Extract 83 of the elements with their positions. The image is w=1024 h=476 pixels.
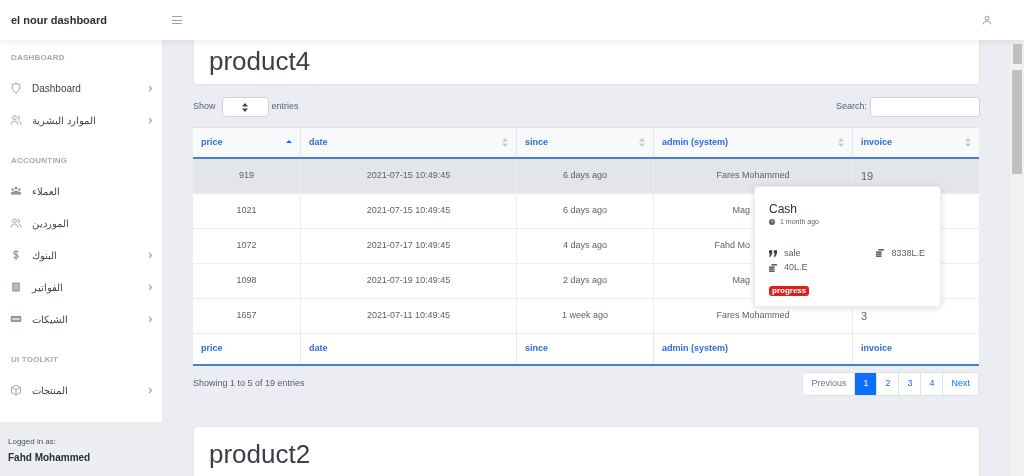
popover-amount: 8338L.E <box>891 246 925 260</box>
table-cell: Fahd Mo <box>714 239 750 253</box>
document-icon <box>10 281 22 293</box>
page-button[interactable]: 2 <box>876 373 899 395</box>
coins-icon <box>876 249 885 258</box>
table-cell-text: 3 <box>861 308 868 324</box>
search-label: Search: <box>835 100 867 114</box>
sidebar-item[interactable]: الفواتير <box>0 271 162 303</box>
popover-title: Cash <box>769 202 798 216</box>
table-cell: 2021-07-19 10:49:45 <box>366 274 451 288</box>
table-cell: Mag <box>732 204 750 218</box>
table-cell: 4 days ago <box>562 239 607 253</box>
page-button[interactable]: Next <box>942 373 978 395</box>
table-cell: 1021 <box>236 204 257 218</box>
table-cell: Fares Mohammed <box>716 169 790 183</box>
column-header[interactable]: date <box>300 128 516 157</box>
table-cell: 1657 <box>236 309 257 323</box>
table-cell-text: 19 <box>861 168 874 184</box>
panel-title: product2 <box>209 439 312 469</box>
table-row[interactable]: 919 2021-07-15 10:49:45 6 days ago Fares Mohammed 19 <box>193 159 979 194</box>
column-header[interactable]: invoice <box>852 128 979 157</box>
users-icon <box>10 217 22 229</box>
table-cell: 2021-07-11 10:49:45 <box>367 309 450 323</box>
page-button[interactable]: 1 <box>854 373 877 395</box>
section-label: DASHBOARD <box>10 52 66 64</box>
sidebar-item[interactable]: الموارد البشرية <box>0 104 162 136</box>
table-cell: 2021-07-15 10:49:45 <box>366 204 451 218</box>
table-cell: 1072 <box>236 239 257 253</box>
table-cell: 2 days ago <box>562 274 607 288</box>
clock-icon <box>769 219 775 226</box>
search-field[interactable] <box>870 97 980 117</box>
quote-icon <box>769 249 777 257</box>
table-cell: 1 week ago <box>561 309 608 323</box>
table-cell: Mag <box>732 274 750 288</box>
brand-title: el nour dashboard <box>11 12 108 28</box>
section-label: ACCOUNTING <box>10 155 69 167</box>
table-cell: Fares Mohammed <box>716 309 790 323</box>
table-cell: 2021-07-17 10:49:45 <box>366 239 451 253</box>
table-cell: 6 days ago <box>562 204 607 218</box>
menu-icon[interactable] <box>172 16 182 24</box>
column-header[interactable]: admin (system) <box>653 128 852 157</box>
page-button[interactable]: 3 <box>898 373 921 395</box>
sort-caret-icon <box>242 102 248 112</box>
card-icon <box>10 313 22 325</box>
sidebar-item[interactable]: البنوك <box>0 239 162 271</box>
page-button[interactable]: 4 <box>920 373 943 395</box>
table-row[interactable]: 1657 2021-07-11 10:49:45 1 week ago Fares Mohammed 3 <box>193 299 979 334</box>
column-footer: price <box>201 342 223 356</box>
sidebar-item[interactable]: العملاء <box>0 175 162 207</box>
section-label: UI TOOLKIT <box>10 354 60 366</box>
table-cell: 919 <box>239 169 254 183</box>
scrollbar[interactable] <box>1010 40 1024 476</box>
column-footer: since <box>525 342 548 356</box>
column-footer: date <box>309 342 328 356</box>
users-icon <box>10 114 22 126</box>
user-icon[interactable] <box>982 15 992 25</box>
entries-label: entries <box>271 100 299 114</box>
sidebar-item[interactable]: المنتجات <box>0 374 162 406</box>
popover-type: sale <box>784 246 801 260</box>
sidebar-item[interactable]: Dashboard <box>0 72 162 104</box>
entries-info: Showing 1 to 5 of 19 entries <box>193 377 305 391</box>
column-header[interactable]: price <box>193 128 300 157</box>
sidebar-item[interactable]: الشيكات <box>0 303 162 335</box>
coins-icon <box>769 263 777 272</box>
status-badge: progress <box>769 285 810 296</box>
table-cell: 1098 <box>236 274 257 288</box>
popover-paid: 40L.E <box>784 261 808 274</box>
column-header[interactable]: since <box>516 128 653 157</box>
logged-in-label: Logged in as: <box>8 436 58 448</box>
table-cell: 6 days ago <box>562 169 607 183</box>
sidebar-item[interactable]: الموردين <box>0 207 162 239</box>
user-name: Fahd Mohammed <box>8 451 92 465</box>
people-icon <box>10 185 22 197</box>
entries-select[interactable] <box>221 97 269 117</box>
show-label: Show <box>193 100 216 114</box>
column-footer: invoice <box>861 342 892 356</box>
shield-icon <box>10 82 22 94</box>
box-icon <box>10 384 22 396</box>
column-footer: admin (system) <box>662 342 729 356</box>
table-cell: 2021-07-15 10:49:45 <box>366 169 451 183</box>
panel-title: product4 <box>209 45 311 78</box>
dollar-icon <box>10 249 22 261</box>
page-button[interactable]: Previous <box>803 373 855 395</box>
